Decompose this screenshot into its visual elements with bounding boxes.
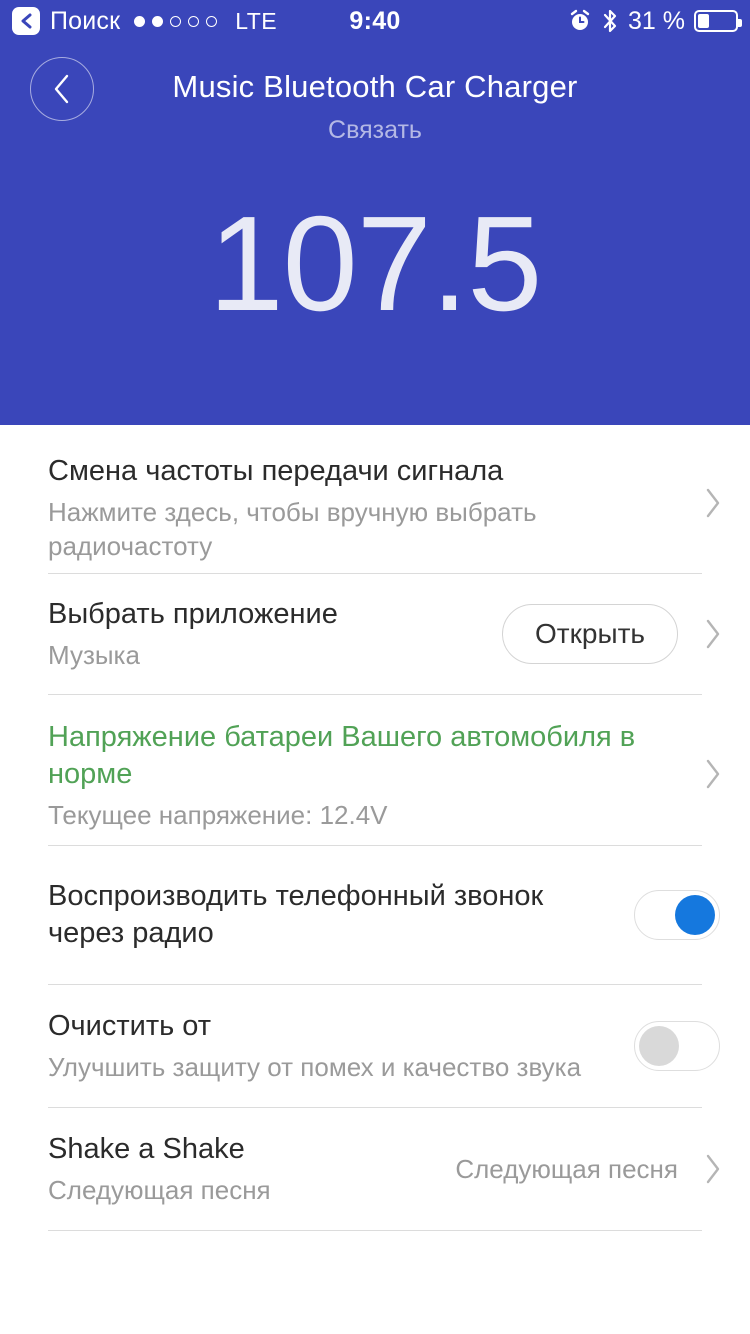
status-badge: Напряжение батареи Вашего автомобиля в н… xyxy=(48,721,636,791)
list-item-select-app[interactable]: Выбрать приложение Музыка Открыть xyxy=(0,574,750,694)
nav-bar: Music Bluetooth Car Charger Связать xyxy=(0,50,750,155)
battery-percent-label: 31 % xyxy=(628,6,685,35)
settings-list: Смена частоты передачи сигнала Нажмите з… xyxy=(0,425,750,1291)
chevron-right-icon xyxy=(700,617,726,651)
list-item-value: Следующая песня xyxy=(455,1153,678,1184)
alarm-clock-icon xyxy=(570,9,590,30)
chevron-right-icon xyxy=(700,486,726,520)
list-item-clear-noise[interactable]: Очистить от Улучшить защиту от помех и к… xyxy=(0,985,750,1107)
row-text: Shake a Shake Следующая песня xyxy=(48,1131,455,1207)
list-item-frequency-change[interactable]: Смена частоты передачи сигнала Нажмите з… xyxy=(0,425,750,573)
toggle-phone-call-radio[interactable] xyxy=(634,890,720,940)
phone-screen: Поиск LTE 9:40 31 % Music Bluetooth Car … xyxy=(0,0,750,1334)
row-text: Воспроизводить телефонный звонок через р… xyxy=(48,878,634,952)
page-subtitle: Связать xyxy=(328,116,422,144)
header-panel: Поиск LTE 9:40 31 % Music Bluetooth Car … xyxy=(0,0,750,425)
list-item-title: Воспроизводить телефонный звонок через р… xyxy=(48,879,544,949)
chevron-right-icon xyxy=(700,757,726,791)
bluetooth-icon xyxy=(603,9,617,33)
row-text: Напряжение батареи Вашего автомобиля в н… xyxy=(48,719,700,833)
frequency-display: 107.5 xyxy=(208,188,543,339)
status-bar: Поиск LTE 9:40 31 % xyxy=(0,0,750,42)
row-text: Смена частоты передачи сигнала Нажмите з… xyxy=(48,453,700,564)
chevron-left-icon xyxy=(54,74,69,104)
page-title: Music Bluetooth Car Charger xyxy=(172,69,578,104)
toggle-knob xyxy=(675,895,715,935)
list-item-subtitle: Нажмите здесь, чтобы вручную выбрать рад… xyxy=(48,497,537,562)
toggle-clear-noise[interactable] xyxy=(634,1021,720,1071)
list-item-title: Shake a Shake xyxy=(48,1132,245,1165)
chevron-right-icon xyxy=(700,1152,726,1186)
list-item-subtitle: Музыка xyxy=(48,639,140,670)
battery-icon xyxy=(694,10,742,32)
list-item-subtitle: Улучшить защиту от помех и качество звук… xyxy=(48,1051,582,1082)
status-bar-right: 31 % xyxy=(568,6,742,36)
row-text: Очистить от Улучшить защиту от помех и к… xyxy=(48,1008,634,1084)
list-item-subtitle: Следующая песня xyxy=(48,1174,271,1205)
back-button[interactable] xyxy=(30,57,94,121)
toggle-knob xyxy=(639,1026,679,1066)
list-item-shake-a-shake[interactable]: Shake a Shake Следующая песня Следующая … xyxy=(0,1108,750,1230)
list-item-title: Очистить от xyxy=(48,1009,212,1042)
list-item-phone-call-radio[interactable]: Воспроизводить телефонный звонок через р… xyxy=(0,846,750,984)
list-item-title: Выбрать приложение xyxy=(48,597,338,630)
list-item-title: Смена частоты передачи сигнала xyxy=(48,455,504,487)
list-item-partial[interactable] xyxy=(0,1231,750,1291)
row-text: Выбрать приложение Музыка xyxy=(48,596,502,672)
open-button[interactable]: Открыть xyxy=(502,604,678,664)
list-item-battery-voltage[interactable]: Напряжение батареи Вашего автомобиля в н… xyxy=(0,695,750,845)
list-item-subtitle: Текущее напряжение: 12.4V xyxy=(48,800,388,831)
